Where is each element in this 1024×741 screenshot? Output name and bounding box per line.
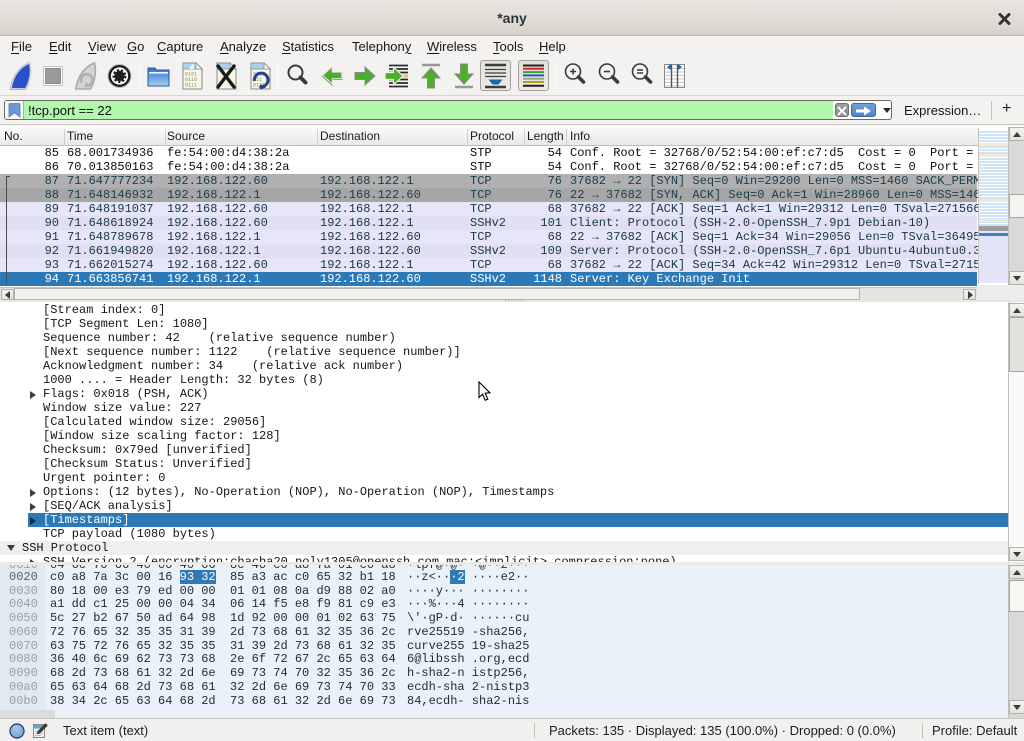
svg-text:0111: 0111 — [185, 83, 197, 89]
